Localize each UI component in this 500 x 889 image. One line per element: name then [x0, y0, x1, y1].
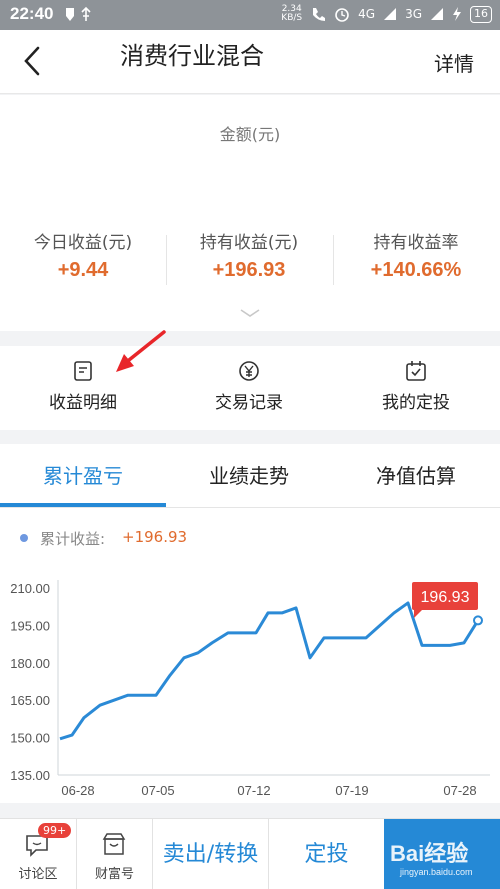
holding-summary: 金额(元) 今日收益(元) +9.44 持有收益(元) +196.93 持有收益…: [0, 95, 500, 331]
store-box-icon: [102, 833, 126, 855]
tab-nav-estimate[interactable]: 净值估算: [333, 460, 499, 489]
red-arrow-annotation: [116, 330, 166, 372]
function-menu: 收益明细 交易记录 我的定投: [0, 330, 500, 430]
stat-holding-gain: 持有收益(元) +196.93: [199, 233, 299, 281]
sell-convert-button[interactable]: 卖出/转换: [152, 819, 268, 889]
series-line: [59, 601, 480, 741]
signal-bars-icon: [431, 8, 443, 20]
signal-bars-icon: [384, 8, 397, 20]
x-tick-label: 06-28: [61, 783, 94, 798]
status-bar: 22:40 2.34 KB/S 4G 3G 16: [0, 0, 500, 30]
legend-marker: [20, 534, 28, 542]
tab-performance-trend[interactable]: 业绩走势: [166, 460, 332, 489]
menu-trade-records[interactable]: 交易记录: [166, 346, 332, 430]
redacted-fund-name: [58, 44, 120, 74]
alarm-icon: [335, 8, 349, 22]
yen-circle-icon: [239, 361, 259, 381]
tab-cumulative-pnl[interactable]: 累计盈亏: [0, 460, 166, 489]
x-tick-label: 07-12: [237, 783, 270, 798]
legend-label: 累计收益:: [40, 530, 106, 548]
watermark-logo: Bai经验: [390, 841, 469, 866]
y-tick-label: 150.00: [10, 731, 50, 746]
nav-bar: 消费行业混合 详情: [0, 30, 500, 94]
network-speed: 2.34 KB/S: [281, 4, 303, 23]
y-tick-label: 165.00: [10, 693, 50, 708]
chevron-down-icon[interactable]: [238, 307, 262, 319]
status-time: 22:40: [10, 4, 54, 23]
y-tick-label: 180.00: [10, 656, 50, 671]
x-tick-label: 07-28: [443, 783, 476, 798]
wealth-account-button[interactable]: 财富号: [76, 819, 152, 889]
y-tick-label: 210.00: [10, 581, 50, 596]
status-right-icons: 2.34 KB/S 4G 3G 16: [281, 5, 492, 23]
back-arrow-icon[interactable]: [18, 44, 48, 78]
forum-button[interactable]: 99+ 讨论区: [0, 819, 76, 889]
calendar-check-icon: [406, 361, 426, 381]
x-tick-label: 07-05: [141, 783, 174, 798]
battery-indicator: 16: [470, 5, 492, 23]
legend-value: +196.93: [122, 528, 188, 546]
y-tick-label: 135.00: [10, 768, 50, 783]
y-tick-label: 195.00: [10, 618, 50, 633]
menu-my-auto-invest[interactable]: 我的定投: [333, 346, 499, 430]
x-tick-label: 07-19: [335, 783, 368, 798]
stat-holding-rate: 持有收益率 +140.66%: [370, 233, 462, 281]
forum-badge: 99+: [38, 823, 72, 838]
tooltip-pointer: [414, 610, 422, 618]
charging-icon: [453, 7, 461, 21]
tab-active-underline: [0, 503, 166, 507]
tooltip-value: 196.93: [421, 589, 470, 606]
signal-4g: 4G: [358, 7, 376, 21]
detail-button[interactable]: 详情: [434, 48, 474, 77]
amount-label: 金额(元): [219, 125, 281, 144]
page-title: 消费行业混合: [120, 42, 264, 70]
auto-invest-button[interactable]: 定投: [268, 819, 384, 889]
watermark-url: jingyan.baidu.com: [400, 867, 473, 877]
cumulative-pnl-chart[interactable]: 210.00 195.00 180.00 165.00 150.00 135.00 06-2…: [0, 570, 500, 800]
app-root: 22:40 2.34 KB/S 4G 3G 16 消费行业混合 详情 金额(元)…: [0, 0, 500, 889]
signal-3g: 3G: [405, 7, 422, 21]
document-icon: [74, 361, 92, 381]
stat-today-gain: 今日收益(元) +9.44: [33, 233, 133, 281]
tab-bar: 累计盈亏 业绩走势 净值估算: [0, 444, 500, 508]
shield-usb-icon: [66, 6, 91, 21]
call-icon: [313, 8, 326, 21]
data-point-last: [473, 615, 483, 626]
status-notification-icons: [62, 6, 122, 28]
